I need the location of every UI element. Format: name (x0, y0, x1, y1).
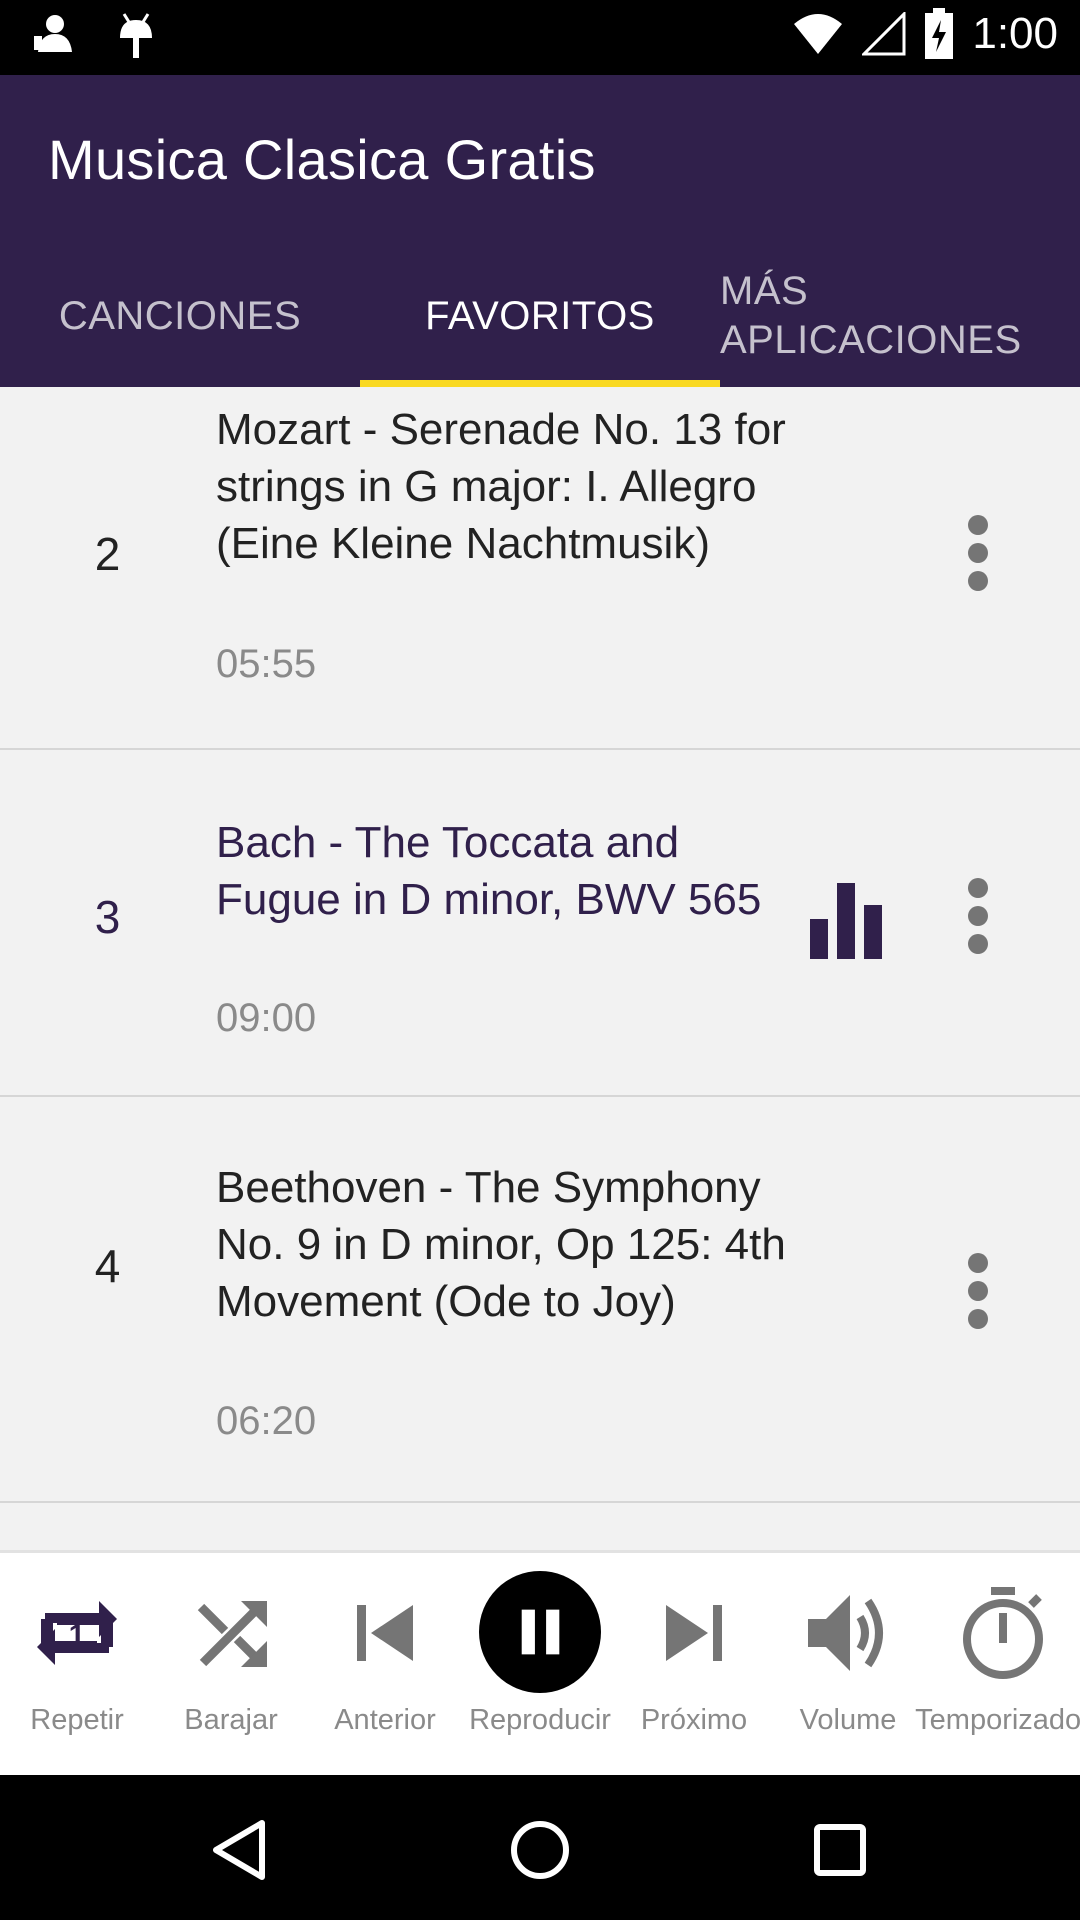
shuffle-icon (197, 1601, 267, 1667)
timer-button[interactable]: Temporizador (915, 1553, 1080, 1778)
recents-icon[interactable] (805, 1815, 875, 1885)
timer-icon (963, 1587, 1043, 1679)
song-number: 4 (94, 1240, 121, 1292)
song-list[interactable]: 2 Mozart - Serenade No. 13 for strings i… (0, 387, 1080, 1550)
app-bar: Musica Clasica Gratis CANCIONES FAVORITO… (0, 75, 1080, 387)
song-duration: 05:55 (216, 642, 317, 686)
repeat-label: Repetir (30, 1704, 124, 1736)
song-duration: 09:00 (216, 996, 317, 1040)
skip-previous-icon (357, 1605, 413, 1661)
pause-icon (479, 1571, 601, 1693)
tab-favoritos[interactable]: FAVORITOS (360, 245, 720, 387)
play-label: Reproducir (469, 1704, 611, 1736)
repeat-button[interactable]: 1 Repetir (0, 1553, 154, 1778)
previous-label: Anterior (334, 1704, 436, 1736)
overflow-menu-icon[interactable] (960, 1253, 996, 1333)
play-pause-button[interactable]: Reproducir (463, 1553, 617, 1778)
android-debug-icon (120, 13, 152, 58)
home-icon[interactable] (505, 1815, 575, 1885)
timer-label: Temporizador (915, 1704, 1080, 1736)
person-notification-icon (34, 15, 72, 52)
next-label: Próximo (640, 1704, 748, 1736)
player-controls: 1 Repetir Barajar Anterior Reproducir Pr… (0, 1550, 1080, 1775)
equalizer-icon (810, 883, 882, 959)
tab-indicator (360, 380, 720, 387)
repeat-one-icon: 1 (37, 1601, 117, 1665)
skip-next-icon (666, 1605, 722, 1661)
tab-bar: CANCIONES FAVORITOS MÁS APLICACIONES (0, 245, 1080, 387)
back-icon[interactable] (206, 1815, 276, 1885)
next-button[interactable]: Próximo (617, 1553, 771, 1778)
song-duration: 06:20 (216, 1399, 317, 1443)
song-title: Beethoven - The Symphony No. 9 in D mino… (216, 1163, 786, 1326)
song-number: 3 (94, 891, 121, 943)
shuffle-button[interactable]: Barajar (154, 1553, 308, 1778)
volume-button[interactable]: Volume (771, 1553, 925, 1778)
overflow-menu-icon[interactable] (960, 878, 996, 958)
svg-text:1: 1 (69, 1619, 86, 1652)
status-time: 1:00 (972, 9, 1058, 58)
navigation-bar (0, 1775, 1080, 1920)
song-number: 2 (94, 528, 121, 580)
song-title: Bach - The Toccata and Fugue in D minor,… (216, 818, 762, 924)
tab-mas-aplicaciones[interactable]: MÁS APLICACIONES (720, 245, 1080, 387)
song-row[interactable]: 2 Mozart - Serenade No. 13 for strings i… (0, 387, 1080, 750)
screen: 1:00 Musica Clasica Gratis CANCIONES FAV… (0, 0, 1080, 1920)
app-title: Musica Clasica Gratis (48, 128, 596, 191)
volume-icon (808, 1595, 883, 1671)
status-bar: 1:00 (0, 0, 1080, 75)
overflow-menu-icon[interactable] (960, 515, 996, 595)
song-row[interactable]: 4 Beethoven - The Symphony No. 9 in D mi… (0, 1099, 1080, 1503)
song-row[interactable]: 3 Bach - The Toccata and Fugue in D mino… (0, 750, 1080, 1097)
cell-signal-icon (862, 12, 906, 56)
previous-button[interactable]: Anterior (308, 1553, 462, 1778)
battery-charging-icon (925, 8, 954, 59)
shuffle-label: Barajar (184, 1704, 278, 1736)
song-title: Mozart - Serenade No. 13 for strings in … (216, 405, 786, 568)
wifi-icon (794, 14, 843, 54)
tab-canciones[interactable]: CANCIONES (0, 245, 360, 387)
volume-label: Volume (799, 1704, 897, 1736)
